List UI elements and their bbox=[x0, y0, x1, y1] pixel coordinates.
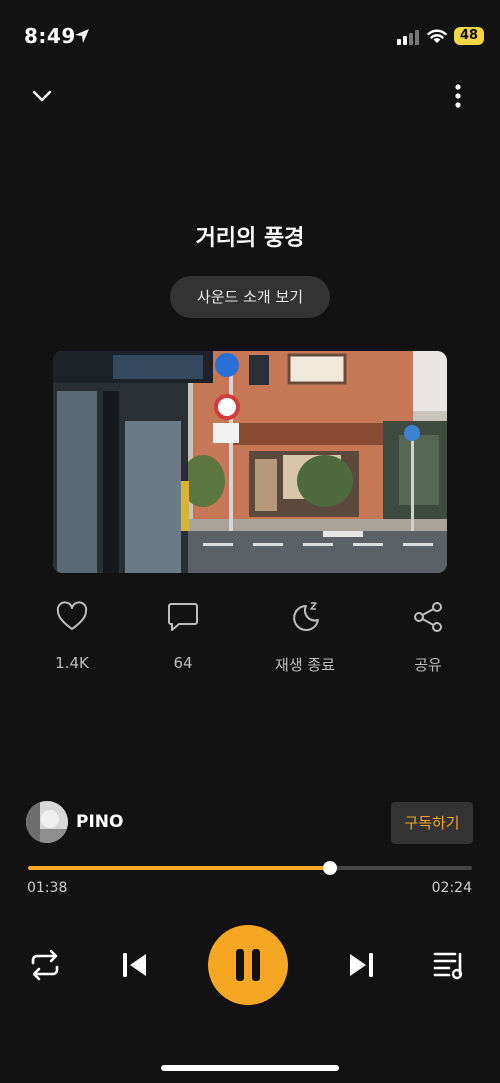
status-time: 8:49 bbox=[24, 24, 76, 48]
track-title: 거리의 풍경 bbox=[195, 226, 305, 251]
subscribe-button[interactable]: 구독하기 bbox=[391, 802, 473, 844]
share-icon bbox=[414, 602, 442, 632]
repeat-icon[interactable] bbox=[28, 948, 62, 982]
more-options-icon[interactable] bbox=[446, 82, 470, 110]
cellular-signal-icon bbox=[397, 30, 419, 45]
like-count: 1.4K bbox=[55, 654, 89, 672]
heart-icon bbox=[56, 601, 88, 630]
pause-icon bbox=[236, 949, 260, 981]
progress-bar[interactable] bbox=[28, 861, 472, 875]
comment-action[interactable]: 64 bbox=[133, 600, 233, 672]
sleep-timer-action[interactable]: 재생 종료 bbox=[255, 600, 355, 675]
share-action[interactable]: 공유 bbox=[378, 600, 478, 675]
album-cover-image bbox=[53, 351, 447, 573]
artist-name[interactable]: PINO bbox=[76, 812, 123, 832]
current-time: 01:38 bbox=[27, 880, 68, 896]
total-time: 02:24 bbox=[431, 880, 472, 896]
pause-button[interactable] bbox=[208, 925, 288, 1005]
battery-indicator: 48 bbox=[454, 27, 484, 45]
chevron-down-icon[interactable] bbox=[30, 84, 54, 108]
location-arrow-icon bbox=[75, 29, 89, 43]
sound-intro-button[interactable]: 사운드 소개 보기 bbox=[170, 276, 330, 318]
sleep-timer-label: 재생 종료 bbox=[275, 656, 335, 674]
moon-icon bbox=[293, 602, 319, 631]
like-action[interactable]: 1.4K bbox=[22, 600, 122, 672]
wifi-icon bbox=[427, 29, 447, 43]
status-bar: 8:49 48 bbox=[0, 0, 500, 72]
progress-fill bbox=[28, 866, 330, 870]
comment-icon bbox=[168, 603, 198, 631]
artist-avatar[interactable] bbox=[26, 801, 68, 843]
playlist-icon[interactable] bbox=[432, 948, 468, 982]
comment-count: 64 bbox=[173, 654, 193, 672]
previous-track-icon[interactable] bbox=[120, 950, 150, 980]
home-indicator bbox=[161, 1065, 339, 1071]
avatar-image bbox=[26, 801, 68, 843]
next-track-icon[interactable] bbox=[346, 950, 376, 980]
share-label: 공유 bbox=[414, 656, 442, 674]
progress-thumb[interactable] bbox=[322, 861, 337, 875]
